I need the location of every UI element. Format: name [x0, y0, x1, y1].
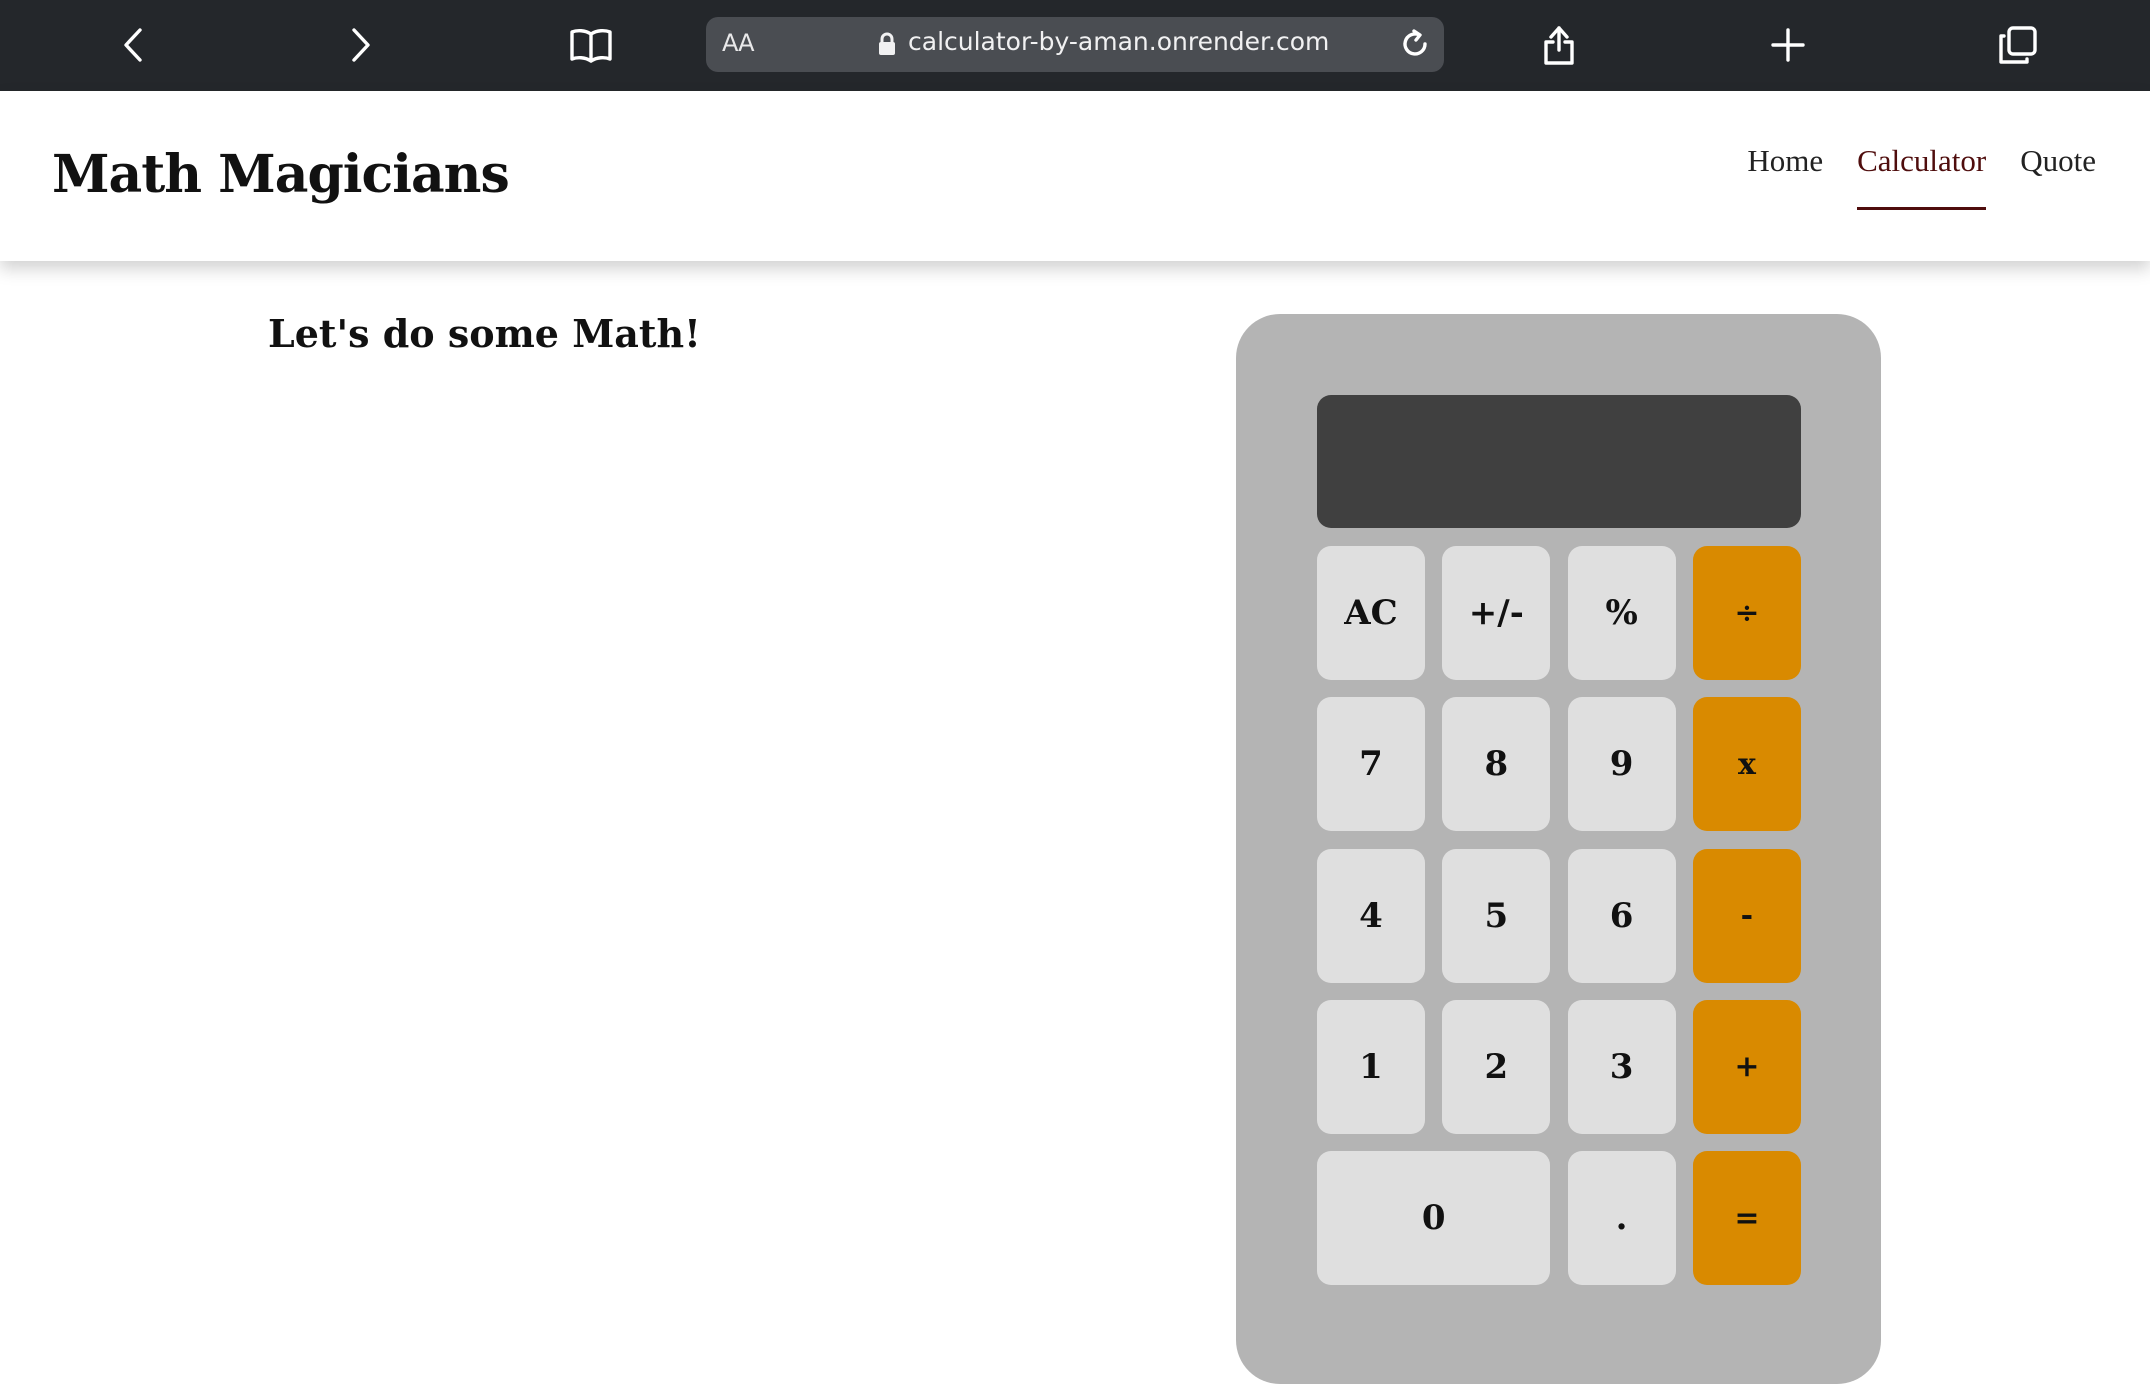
- key-toggle-sign[interactable]: +/-: [1442, 546, 1551, 680]
- tabs-overview-icon[interactable]: [1993, 20, 2043, 70]
- key-equals[interactable]: =: [1692, 1151, 1801, 1286]
- bookmarks-icon[interactable]: [566, 20, 616, 70]
- key-divide[interactable]: ÷: [1692, 546, 1801, 680]
- key-plus[interactable]: +: [1692, 999, 1801, 1134]
- site-header: Math Magicians Home Calculator Quote: [0, 91, 2150, 261]
- key-decimal[interactable]: .: [1567, 1151, 1676, 1286]
- browser-toolbar: AA calculator-by-aman.onrender.com: [0, 0, 2150, 91]
- nav-link-home[interactable]: Home: [1747, 143, 1823, 210]
- key-4[interactable]: 4: [1317, 848, 1425, 983]
- share-icon[interactable]: [1534, 20, 1584, 70]
- key-ac[interactable]: AC: [1317, 546, 1425, 680]
- key-0[interactable]: 0: [1317, 1151, 1551, 1286]
- key-9[interactable]: 9: [1567, 697, 1676, 832]
- address-bar[interactable]: AA calculator-by-aman.onrender.com: [706, 17, 1444, 72]
- key-5[interactable]: 5: [1442, 848, 1551, 983]
- main-nav: Home Calculator Quote: [1747, 143, 2096, 210]
- calculator-keypad: AC +/- % ÷ 7 8 9 x 4 5 6 - 1 2 3 + 0 . =: [1317, 546, 1801, 1286]
- key-2[interactable]: 2: [1442, 999, 1551, 1134]
- page-heading: Let's do some Math!: [268, 311, 701, 356]
- key-8[interactable]: 8: [1442, 697, 1551, 832]
- site-title: Math Magicians: [52, 144, 510, 205]
- key-3[interactable]: 3: [1567, 999, 1676, 1134]
- calculator: AC +/- % ÷ 7 8 9 x 4 5 6 - 1 2 3 + 0 . =: [1236, 314, 1881, 1384]
- nav-link-quote[interactable]: Quote: [2020, 143, 2096, 210]
- back-icon[interactable]: [108, 20, 158, 70]
- key-7[interactable]: 7: [1317, 697, 1425, 832]
- key-minus[interactable]: -: [1692, 848, 1801, 983]
- reader-text-size-button[interactable]: AA: [722, 29, 755, 57]
- key-6[interactable]: 6: [1567, 848, 1676, 983]
- key-multiply[interactable]: x: [1692, 697, 1801, 832]
- nav-link-calculator[interactable]: Calculator: [1857, 143, 1987, 210]
- key-1[interactable]: 1: [1317, 999, 1425, 1134]
- reload-icon[interactable]: [1396, 25, 1434, 63]
- calculator-display: [1317, 395, 1801, 528]
- new-tab-icon[interactable]: [1763, 20, 1813, 70]
- lock-icon: [878, 32, 896, 60]
- forward-icon[interactable]: [336, 20, 386, 70]
- url-text: calculator-by-aman.onrender.com: [908, 27, 1330, 56]
- key-percent[interactable]: %: [1567, 546, 1676, 680]
